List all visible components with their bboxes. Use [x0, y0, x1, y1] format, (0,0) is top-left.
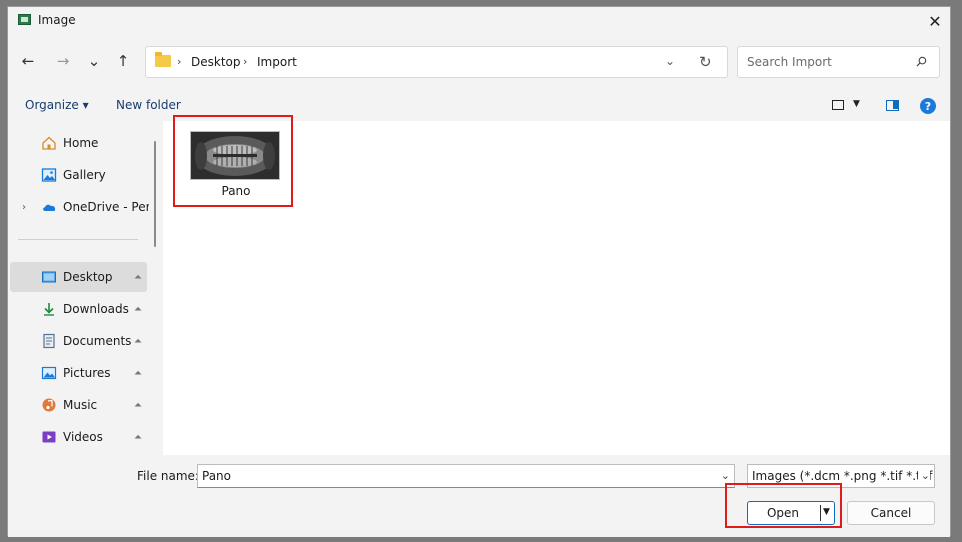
highlight-box-open: [725, 483, 842, 528]
search-placeholder: Search Import: [747, 55, 832, 69]
refresh-button[interactable]: ↻: [699, 53, 712, 71]
videos-icon: [42, 431, 56, 443]
search-icon: [916, 56, 927, 67]
sidebar-item-label: Home: [63, 136, 99, 150]
onedrive-icon: [43, 204, 56, 211]
sidebar-item-desktop[interactable]: Desktop ⏶: [10, 262, 147, 292]
sidebar-item-onedrive[interactable]: › OneDrive - Personal: [10, 192, 149, 222]
breadcrumb-separator: ›: [177, 55, 182, 68]
window-title: Image: [38, 13, 76, 27]
navigation-bar: ← → ⌄ ↑ › Desktop › Import ⌄ ↻ Search Im…: [8, 44, 950, 78]
help-icon[interactable]: ?: [920, 98, 936, 114]
sidebar-item-videos[interactable]: Videos ⏶: [10, 422, 147, 452]
back-button[interactable]: ←: [17, 50, 39, 72]
gallery-icon: [41, 168, 57, 182]
up-button[interactable]: ↑: [112, 50, 134, 72]
sidebar-item-music[interactable]: Music ⏶: [10, 390, 147, 420]
sidebar-item-label: OneDrive - Personal: [63, 200, 149, 214]
pin-icon[interactable]: ⏶: [134, 368, 142, 379]
music-icon: [42, 398, 56, 412]
file-type-value: Images (*.dcm *.png *.tif *.tiff *: [752, 469, 935, 483]
file-name-input[interactable]: Pano ⌄: [197, 464, 735, 488]
cancel-button[interactable]: Cancel: [847, 501, 935, 525]
sidebar-item-downloads[interactable]: Downloads ⏶: [10, 294, 147, 324]
pin-icon[interactable]: ⏶: [134, 432, 142, 443]
sidebar-scrollbar[interactable]: [154, 141, 156, 247]
breadcrumb-desktop[interactable]: Desktop: [191, 55, 241, 69]
app-image-icon: [18, 14, 31, 25]
expand-chevron-icon[interactable]: ›: [22, 202, 26, 213]
desktop-icon: [42, 271, 56, 283]
organize-button[interactable]: Organize ▾: [25, 98, 89, 112]
breadcrumb-separator: ›: [243, 55, 248, 68]
file-name-field-label: File name:: [137, 469, 199, 483]
forward-button[interactable]: →: [52, 50, 74, 72]
pin-icon[interactable]: ⏶: [134, 400, 142, 411]
chevron-down-icon[interactable]: ⌄: [917, 469, 930, 482]
navigation-pane: Home Gallery › OneDrive - Personal Deskt…: [8, 121, 158, 455]
pin-icon[interactable]: ⏶: [134, 272, 142, 283]
sidebar-item-pictures[interactable]: Pictures ⏶: [10, 358, 147, 388]
pictures-icon: [41, 366, 57, 380]
address-dropdown-button[interactable]: ⌄: [665, 54, 675, 68]
sidebar-item-gallery[interactable]: Gallery: [10, 160, 147, 190]
home-icon: [42, 136, 56, 150]
pin-icon[interactable]: ⏶: [134, 304, 142, 315]
view-dropdown-button[interactable]: ▼: [853, 99, 860, 109]
chevron-down-icon[interactable]: ⌄: [721, 469, 730, 482]
documents-icon: [43, 333, 55, 349]
file-name-value: Pano: [202, 469, 231, 483]
downloads-icon: [44, 303, 54, 316]
command-bar: Organize ▾ New folder ▼ ?: [8, 91, 950, 121]
pin-icon[interactable]: ⏶: [134, 336, 142, 347]
sidebar-item-home[interactable]: Home: [10, 128, 147, 158]
file-open-dialog: Image ✕ ← → ⌄ ↑ › Desktop › Import ⌄ ↻ S…: [7, 6, 951, 537]
sidebar-divider: [18, 239, 138, 240]
title-bar: Image ✕: [8, 7, 950, 35]
address-bar[interactable]: › Desktop › Import ⌄ ↻: [145, 46, 728, 78]
search-input[interactable]: Search Import: [737, 46, 940, 78]
highlight-box-file: [173, 115, 293, 207]
recent-locations-button[interactable]: ⌄: [83, 50, 105, 72]
close-button[interactable]: ✕: [920, 7, 950, 35]
new-folder-button[interactable]: New folder: [116, 98, 181, 112]
sidebar-item-documents[interactable]: Documents ⏶: [10, 326, 147, 356]
preview-pane-icon[interactable]: [886, 100, 899, 111]
view-icon[interactable]: [832, 100, 844, 110]
breadcrumb-import[interactable]: Import: [257, 55, 297, 69]
folder-icon: [155, 52, 171, 67]
sidebar-item-label: Gallery: [63, 168, 106, 182]
